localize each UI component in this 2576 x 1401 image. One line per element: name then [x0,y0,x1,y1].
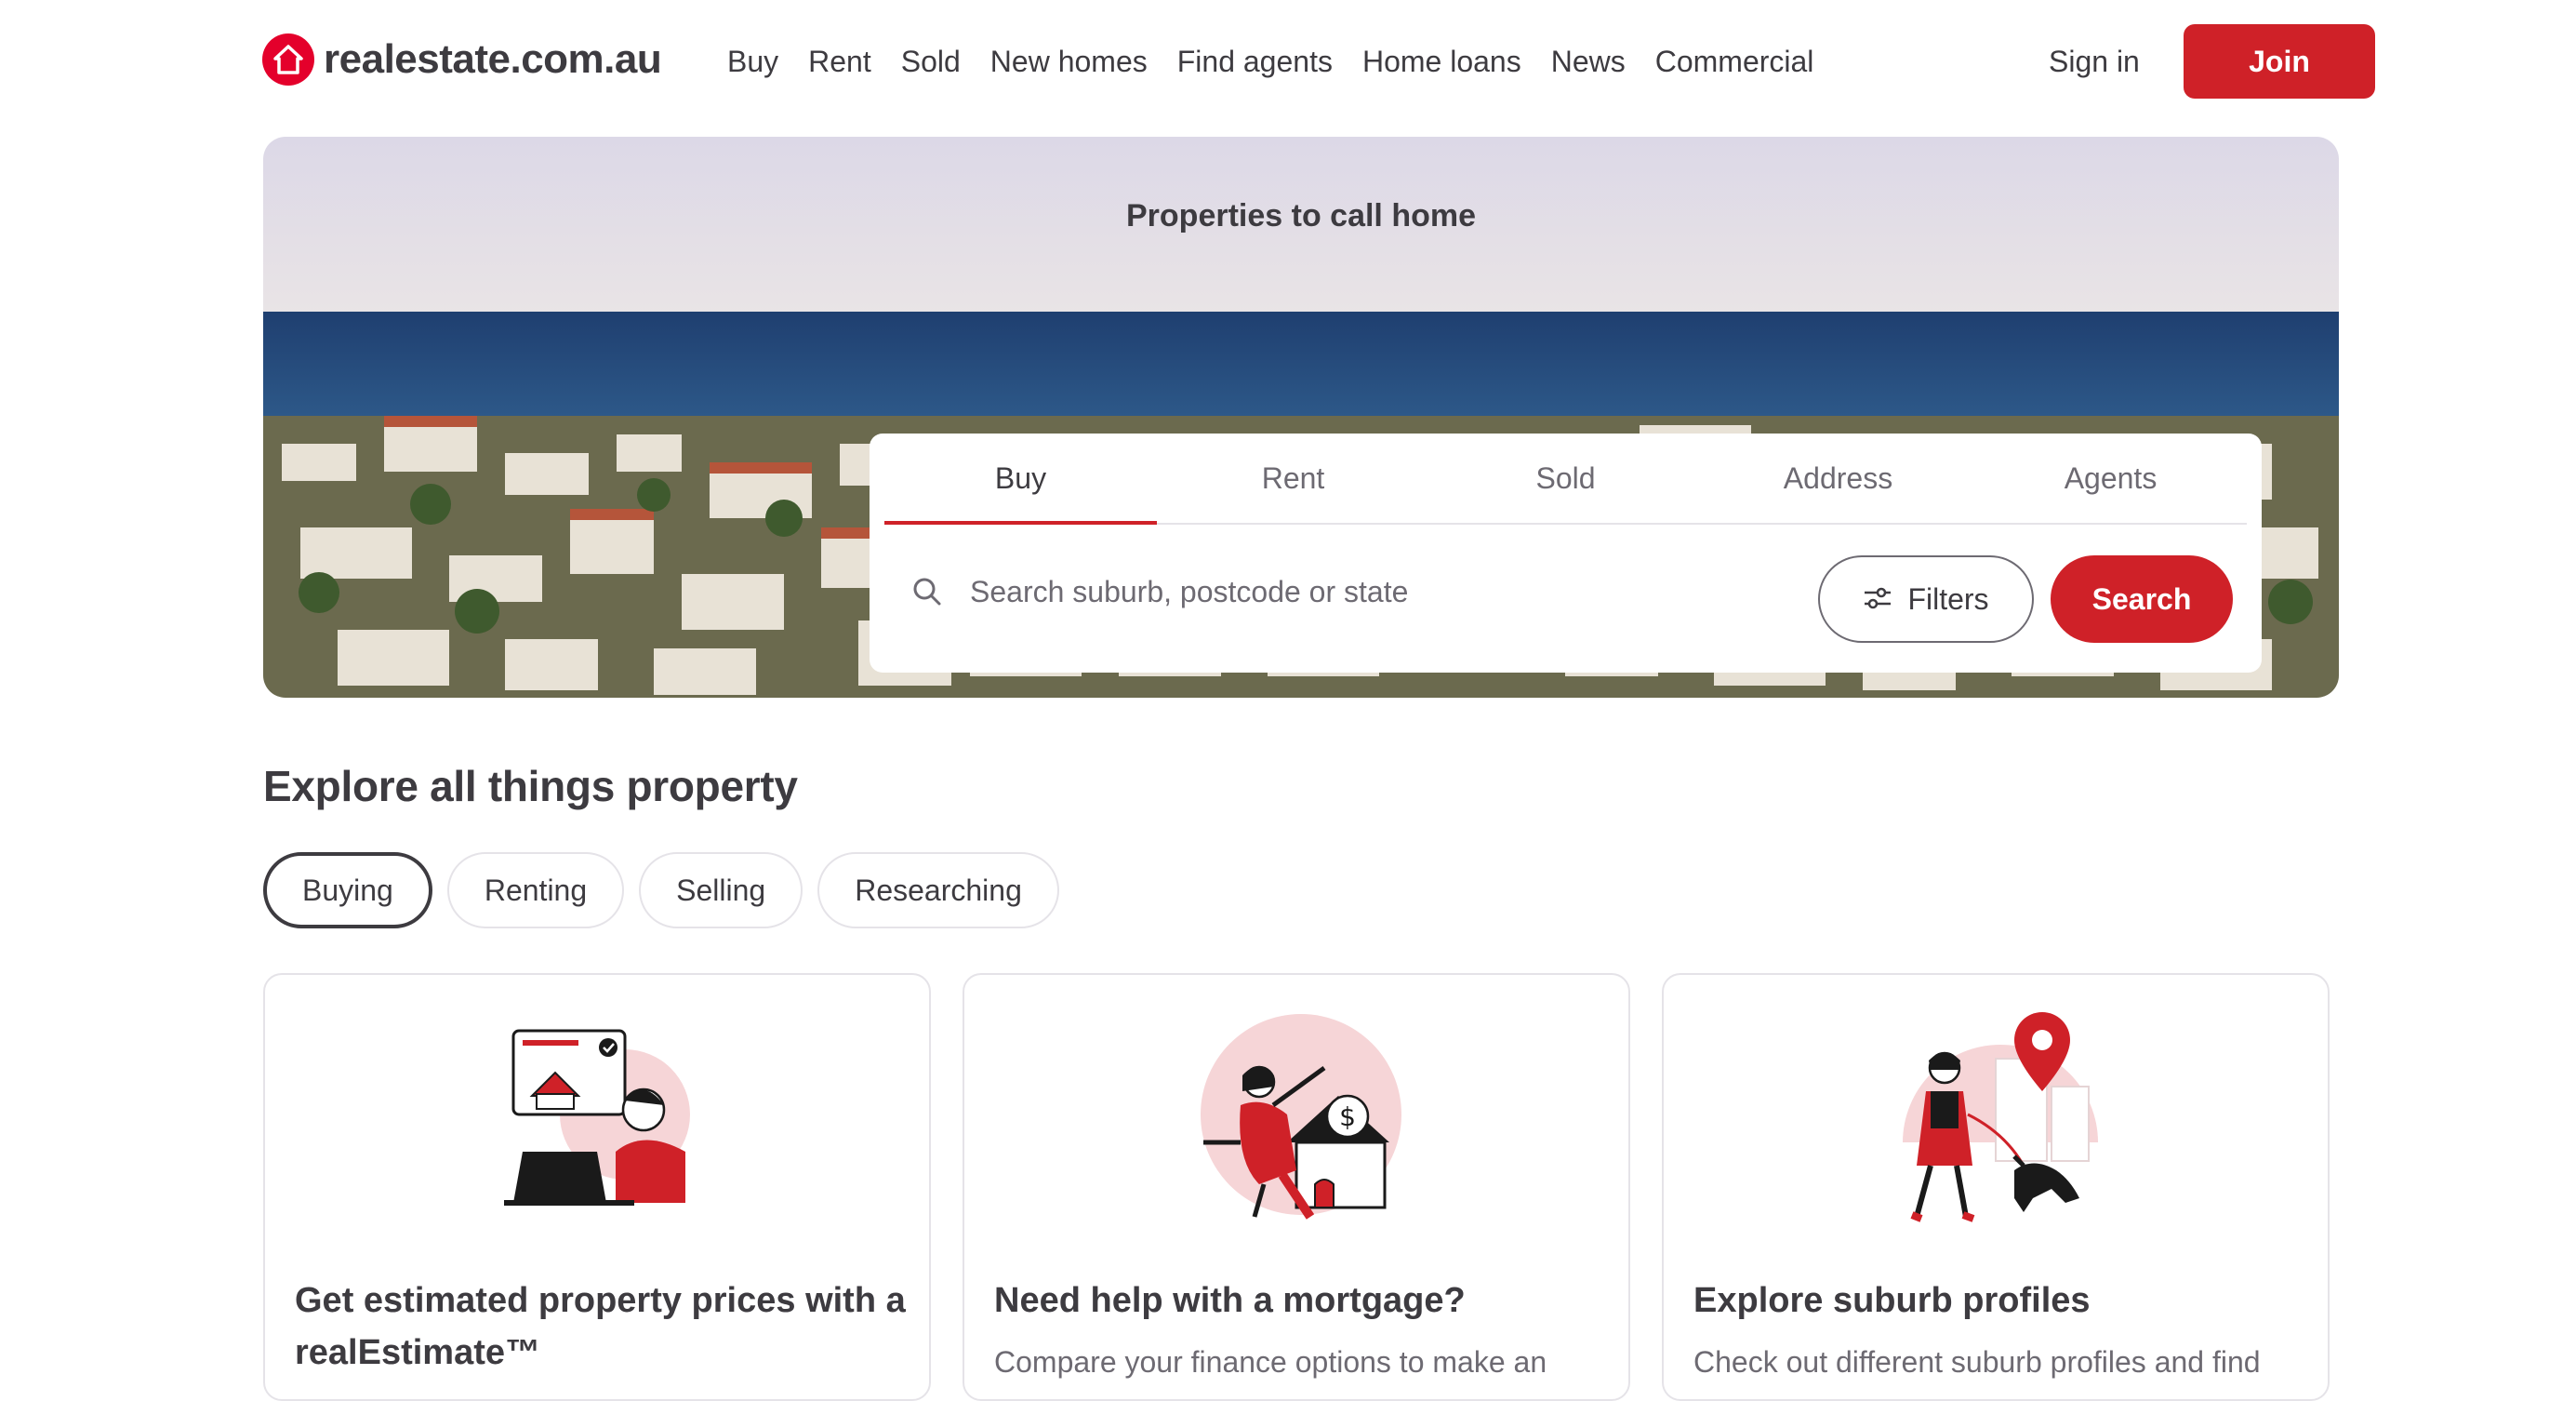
card-realestimate[interactable]: Get estimated property prices with a rea… [263,973,931,1401]
chip-buying[interactable]: Buying [263,852,432,928]
chip-selling[interactable]: Selling [639,852,803,928]
hero-banner: Properties to call home Buy Rent Sold Ad… [263,137,2339,698]
explore-cards: Get estimated property prices with a rea… [263,973,2330,1401]
tab-rent[interactable]: Rent [1157,434,1429,523]
tab-buy[interactable]: Buy [884,434,1157,525]
hero-sea [263,312,2339,433]
section-title: Explore all things property [263,762,798,810]
tab-agents[interactable]: Agents [1974,434,2247,523]
house-logo-icon [262,33,314,86]
filters-label: Filters [1907,581,1989,616]
card-mortgage[interactable]: $ Need help with a mortgage? Compare you… [963,973,1630,1401]
logo[interactable]: realestate.com.au [262,33,662,86]
filters-sliders-icon [1865,587,1892,609]
search-button[interactable]: Search [2051,555,2233,643]
nav-find-agents[interactable]: Find agents [1177,41,1333,82]
nav-rent[interactable]: Rent [808,41,871,82]
card-description: Check out different suburb profiles and … [1693,1345,2261,1379]
search-input[interactable] [970,564,1788,620]
card-suburb-profiles[interactable]: Explore suburb profiles Check out differ… [1662,973,2330,1401]
tab-sold[interactable]: Sold [1429,434,1702,523]
join-button[interactable]: Join [2184,24,2375,99]
sign-in-link[interactable]: Sign in [2049,41,2140,82]
card-description: Compare your finance options to make an [994,1345,1547,1379]
suburb-profile-illustration [1903,1012,2098,1222]
search-tabs: Buy Rent Sold Address Agents [884,434,2247,525]
card-title: Get estimated property prices with a rea… [295,1281,906,1372]
svg-text:$: $ [1339,1101,1356,1132]
chip-renting[interactable]: Renting [446,852,625,928]
hero-title: Properties to call home [1126,198,1476,234]
chip-researching[interactable]: Researching [817,852,1059,928]
price-estimate-illustration [504,1029,690,1206]
card-title: Explore suburb profiles [1693,1281,2091,1320]
nav-news[interactable]: News [1551,41,1626,82]
nav-commercial[interactable]: Commercial [1655,41,1814,82]
main-nav: Buy Rent Sold New homes Find agents Home… [727,41,1843,82]
nav-new-homes[interactable]: New homes [990,41,1148,82]
tab-address[interactable]: Address [1702,434,1974,523]
nav-buy[interactable]: Buy [727,41,778,82]
explore-chips: Buying Renting Selling Researching [263,852,1074,928]
nav-sold[interactable]: Sold [901,41,961,82]
site-header: realestate.com.au Buy Rent Sold New home… [0,0,2576,123]
search-icon [913,578,941,606]
search-panel: Buy Rent Sold Address Agents Filters Sea… [870,434,2262,673]
card-title: Need help with a mortgage? [994,1281,1466,1320]
filters-button[interactable]: Filters [1818,555,2034,643]
mortgage-illustration: $ [1201,1014,1401,1220]
nav-home-loans[interactable]: Home loans [1362,41,1521,82]
logo-text: realestate.com.au [324,36,662,82]
